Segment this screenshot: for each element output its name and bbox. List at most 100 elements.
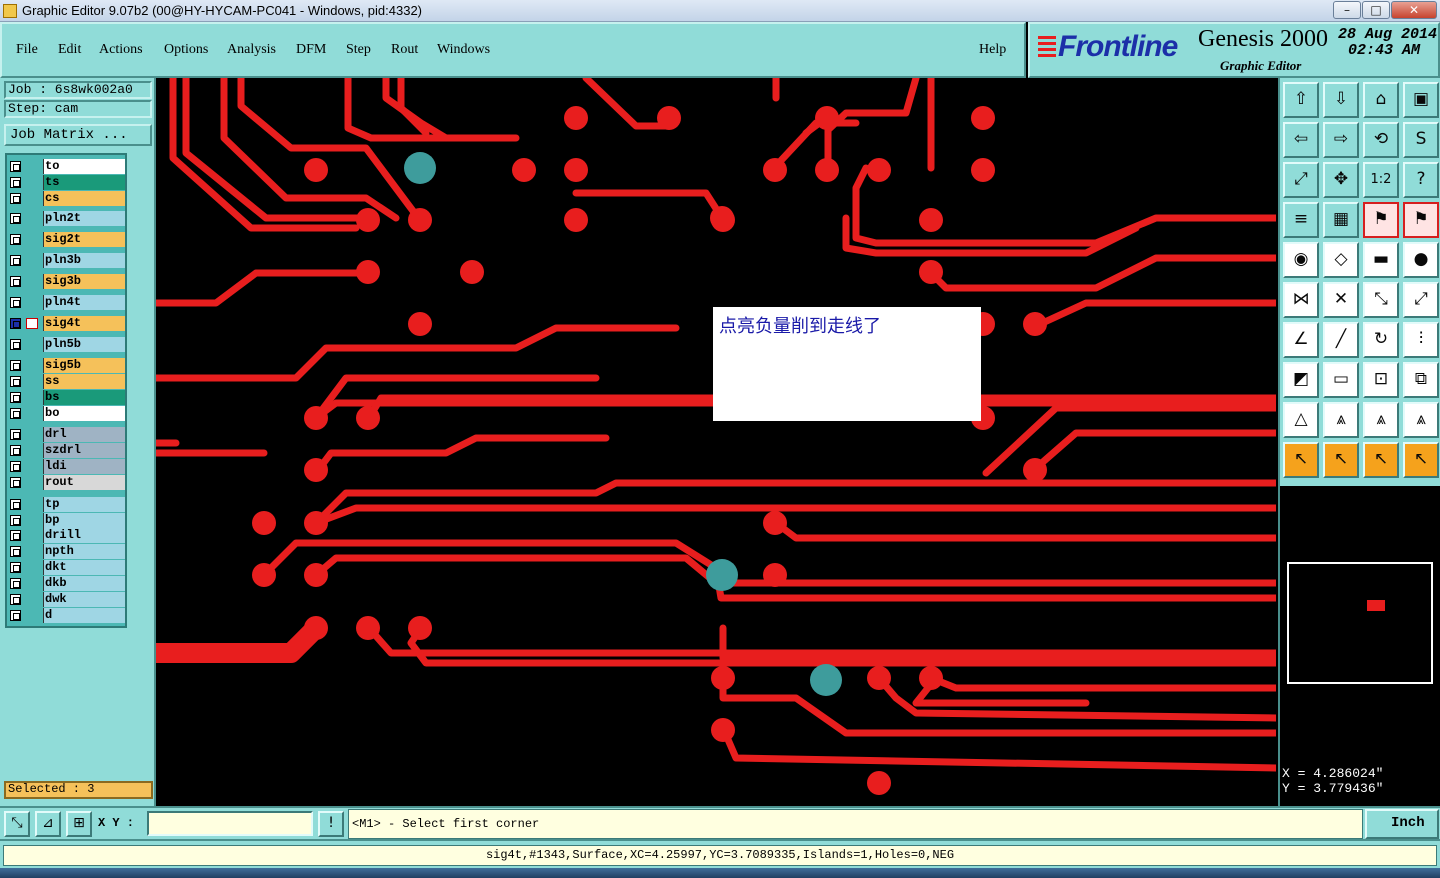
layer-checkbox[interactable] bbox=[10, 408, 21, 419]
layer-checkbox[interactable] bbox=[10, 578, 21, 589]
layer-checkbox[interactable] bbox=[10, 193, 21, 204]
layer-row-ldi[interactable]: ldi bbox=[7, 459, 125, 474]
layer-row-pln4t[interactable]: pln4t bbox=[7, 295, 125, 310]
close-button[interactable]: ✕ bbox=[1391, 1, 1437, 19]
menu-windows[interactable]: Windows bbox=[437, 42, 490, 58]
help-tool-icon[interactable]: ? bbox=[1403, 162, 1439, 198]
layer-name[interactable]: sig4t bbox=[43, 316, 125, 331]
menu-help[interactable]: Help bbox=[979, 42, 1006, 58]
layer-checkbox[interactable] bbox=[10, 177, 21, 188]
layer-checkbox[interactable] bbox=[10, 360, 21, 371]
menu-file[interactable]: File bbox=[16, 42, 38, 58]
layer-row-drill[interactable]: drill bbox=[7, 528, 125, 543]
layer-row-bo[interactable]: bo bbox=[7, 406, 125, 421]
layer-checkbox[interactable] bbox=[10, 297, 21, 308]
features-on-tool-icon[interactable]: ⚑ bbox=[1363, 202, 1399, 238]
xy-input[interactable] bbox=[147, 811, 313, 836]
layer-checkbox[interactable] bbox=[10, 339, 21, 350]
group-tool-icon[interactable]: ⧉ bbox=[1403, 362, 1439, 398]
layer-name[interactable]: ts bbox=[43, 175, 125, 190]
layer-name[interactable]: dkt bbox=[43, 560, 125, 575]
layer-row-pln5b[interactable]: pln5b bbox=[7, 337, 125, 352]
layer-name[interactable]: bp bbox=[43, 513, 125, 528]
layer-checkbox[interactable] bbox=[10, 255, 21, 266]
layer-name[interactable]: pln5b bbox=[43, 337, 125, 352]
layer-row-rout[interactable]: rout bbox=[7, 475, 125, 490]
layer-row-ss[interactable]: ss bbox=[7, 374, 125, 389]
layer-row-bp[interactable]: bp bbox=[7, 513, 125, 528]
menu-rout[interactable]: Rout bbox=[391, 42, 418, 58]
layer-row-drl[interactable]: drl bbox=[7, 427, 125, 442]
pan-up-tool-icon[interactable]: ⇧ bbox=[1283, 82, 1319, 118]
layer-row-d[interactable]: d bbox=[7, 608, 125, 623]
snap-button[interactable]: ⊿ bbox=[35, 811, 61, 837]
pan-right-tool-icon[interactable]: ⇨ bbox=[1323, 122, 1359, 158]
layer-name[interactable]: ldi bbox=[43, 459, 125, 474]
undo-zoom-tool-icon[interactable]: ⟲ bbox=[1363, 122, 1399, 158]
layer-checkbox[interactable] bbox=[10, 477, 21, 488]
layer-checkbox[interactable] bbox=[10, 429, 21, 440]
layer-name[interactable]: bo bbox=[43, 406, 125, 421]
measure-tool-icon[interactable]: ▬ bbox=[1363, 242, 1399, 278]
layer-checkbox[interactable] bbox=[10, 610, 21, 621]
select-tool-icon[interactable]: ↖ bbox=[1283, 442, 1319, 478]
resize-tool-icon[interactable]: ◩ bbox=[1283, 362, 1319, 398]
layer-row-npth[interactable]: npth bbox=[7, 544, 125, 559]
layer-row-dwk[interactable]: dwk bbox=[7, 592, 125, 607]
mirror-tool-icon[interactable]: ⫶ bbox=[1403, 322, 1439, 358]
layer-name[interactable]: cs bbox=[43, 191, 125, 206]
units-selector[interactable]: Inch bbox=[1365, 809, 1439, 839]
layer-row-pln2t[interactable]: pln2t bbox=[7, 211, 125, 226]
menu-analysis[interactable]: Analysis bbox=[227, 42, 276, 58]
layer-name[interactable]: drill bbox=[43, 528, 125, 543]
layer-checkbox[interactable] bbox=[10, 594, 21, 605]
job-matrix-button[interactable]: Job Matrix ... bbox=[4, 124, 152, 146]
graphic-canvas[interactable]: 点亮负量削到走线了 bbox=[156, 78, 1276, 806]
grid-button[interactable]: ⊞ bbox=[66, 811, 92, 837]
layer-row-dkt[interactable]: dkt bbox=[7, 560, 125, 575]
layer-name[interactable]: pln4t bbox=[43, 295, 125, 310]
layer-name[interactable]: pln3b bbox=[43, 253, 125, 268]
minimize-button[interactable]: – bbox=[1333, 1, 1361, 19]
pad-tool-icon[interactable]: ● bbox=[1403, 242, 1439, 278]
layer-name[interactable]: to bbox=[43, 159, 125, 174]
layer-row-bs[interactable]: bs bbox=[7, 390, 125, 405]
select-circle-tool-icon[interactable]: ↖ bbox=[1363, 442, 1399, 478]
layer-name[interactable]: sig2t bbox=[43, 232, 125, 247]
pad-select-tool-icon[interactable]: ◉ bbox=[1283, 242, 1319, 278]
layer-row-tp[interactable]: tp bbox=[7, 497, 125, 512]
layer-name[interactable]: rout bbox=[43, 475, 125, 490]
layer-checkbox[interactable] bbox=[10, 161, 21, 172]
zoom-fit-tool-icon[interactable]: ⤢ bbox=[1283, 162, 1319, 198]
select-box-tool-icon[interactable]: ↖ bbox=[1323, 442, 1359, 478]
layer-name[interactable]: npth bbox=[43, 544, 125, 559]
layer-name[interactable]: szdrl bbox=[43, 443, 125, 458]
select-poly-tool-icon[interactable]: ↖ bbox=[1403, 442, 1439, 478]
zoom-center-tool-icon[interactable]: ✥ bbox=[1323, 162, 1359, 198]
layers-tool-icon[interactable]: ≡ bbox=[1283, 202, 1319, 238]
layer-name[interactable]: dwk bbox=[43, 592, 125, 607]
layer-checkbox[interactable] bbox=[10, 562, 21, 573]
layer-row-sig3b[interactable]: sig3b bbox=[7, 274, 125, 289]
layer-checkbox[interactable] bbox=[10, 499, 21, 510]
layer-row-sig5b[interactable]: sig5b bbox=[7, 358, 125, 373]
rotate-tool-icon[interactable]: ↻ bbox=[1363, 322, 1399, 358]
layer-row-dkb[interactable]: dkb bbox=[7, 576, 125, 591]
layer-name[interactable]: dkb bbox=[43, 576, 125, 591]
layer-checkbox[interactable] bbox=[10, 392, 21, 403]
overview-map[interactable] bbox=[1287, 562, 1433, 684]
layer-name[interactable]: bs bbox=[43, 390, 125, 405]
redraw-tool-icon[interactable]: S bbox=[1403, 122, 1439, 158]
layer-name[interactable]: pln2t bbox=[43, 211, 125, 226]
layer-checkbox[interactable] bbox=[10, 276, 21, 287]
arc-b-tool-icon[interactable]: ⩓ bbox=[1363, 402, 1399, 438]
layer-checkbox[interactable] bbox=[10, 515, 21, 526]
delete-tool-icon[interactable]: ✕ bbox=[1323, 282, 1359, 318]
angle-tool-icon[interactable]: ∠ bbox=[1283, 322, 1319, 358]
layer-row-sig4t[interactable]: sig4t bbox=[7, 316, 125, 331]
layer-name[interactable]: ss bbox=[43, 374, 125, 389]
layer-row-to[interactable]: to bbox=[7, 159, 125, 174]
copy-tool-icon[interactable]: ⤢ bbox=[1403, 282, 1439, 318]
layer-checkbox[interactable] bbox=[10, 318, 21, 329]
home-tool-icon[interactable]: ⌂ bbox=[1363, 82, 1399, 118]
